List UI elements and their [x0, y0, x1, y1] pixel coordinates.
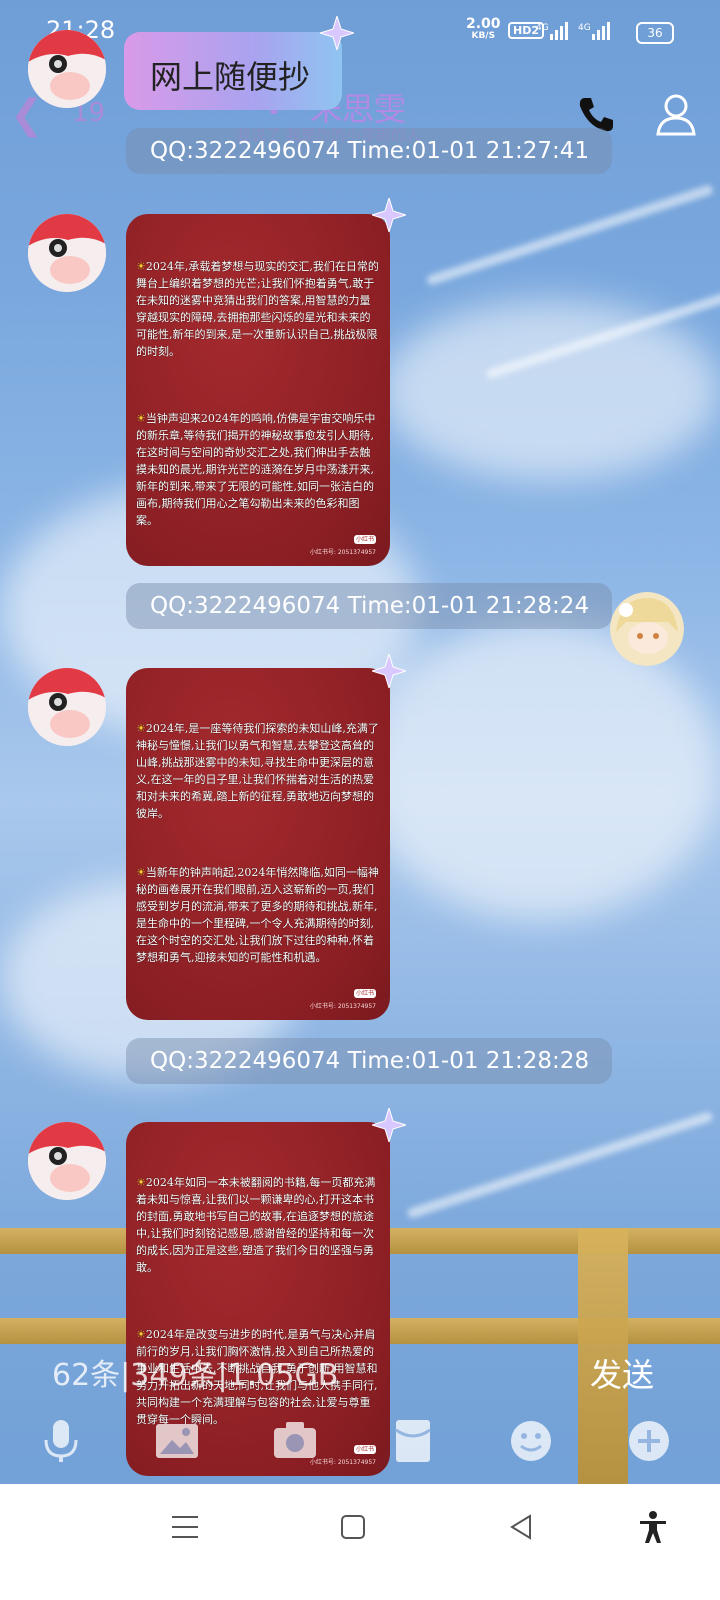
- card-paragraph: ☀2024年,承载着梦想与现实的交汇,我们在日常的舞台上编织着梦想的光芒;让我们…: [136, 258, 380, 360]
- star-icon: ☀: [136, 722, 146, 735]
- accessibility-icon[interactable]: [636, 1510, 670, 1544]
- card-watermark: 小红书号: 2051374957: [309, 549, 376, 556]
- plus-icon[interactable]: [626, 1418, 672, 1464]
- self-avatar[interactable]: [610, 592, 684, 666]
- star-icon: ☀: [136, 260, 146, 273]
- avatar-cat-icon: [28, 30, 106, 108]
- image-message-card[interactable]: ☀2024年,是一座等待我们探索的未知山峰,充满了神秘与憧憬,让我们以勇气和智慧…: [126, 668, 390, 1020]
- avatar-cat-icon: [28, 668, 106, 746]
- avatar-cat-icon: [28, 1122, 106, 1200]
- avatar-girl-icon: [610, 592, 684, 666]
- back-icon[interactable]: ❮: [10, 92, 44, 138]
- star-icon: ☀: [136, 412, 146, 425]
- red-packet-icon[interactable]: [390, 1418, 436, 1464]
- pinned-message-text: 网上随便抄: [150, 58, 311, 96]
- card-text: 当钟声迎来2024年的鸣响,仿佛是宇宙交响乐中的新乐章,等待我们揭开的神秘故事愈…: [136, 412, 376, 527]
- home-icon[interactable]: [336, 1510, 370, 1544]
- background-cloud: [380, 300, 720, 480]
- star-icon: ☀: [136, 866, 146, 879]
- signal-1-label: 4G: [536, 23, 549, 33]
- net-speed: 2.00 KB/S: [466, 16, 501, 42]
- sparkle-icon: [320, 16, 354, 50]
- net-speed-value: 2.00: [466, 16, 501, 32]
- card-text: 2024年如同一本未被翻阅的书籍,每一页都充满着未知与惊喜,让我们以一颗谦卑的心…: [136, 1176, 376, 1274]
- status-bar: 21:28 2.00 KB/S HD2 4G 4G 36: [0, 0, 720, 60]
- avatar[interactable]: [28, 668, 106, 746]
- sparkle-icon: [372, 654, 406, 688]
- back-nav-icon[interactable]: [504, 1510, 538, 1544]
- card-paragraph: ☀2024年,是一座等待我们探索的未知山峰,充满了神秘与憧憬,让我们以勇气和智慧…: [136, 720, 380, 822]
- send-button[interactable]: 发送: [590, 1350, 654, 1396]
- message-timestamp: QQ:3222496074 Time:01-01 21:28:28: [126, 1038, 612, 1084]
- background-streak: [425, 183, 715, 287]
- card-tag: 小红书: [354, 535, 376, 544]
- message-timestamp: QQ:3222496074 Time:01-01 21:28:24: [126, 583, 612, 629]
- avatar[interactable]: [28, 214, 106, 292]
- signal-2-label: 4G: [578, 23, 591, 33]
- camera-icon[interactable]: [272, 1418, 318, 1464]
- sparkle-icon: [372, 1108, 406, 1142]
- card-tag: 小红书: [354, 989, 376, 998]
- card-text: 2024年,是一座等待我们探索的未知山峰,充满了神秘与憧憬,让我们以勇气和智慧,…: [136, 722, 379, 820]
- profile-icon[interactable]: [654, 92, 698, 136]
- card-tag: 小红书: [354, 1445, 376, 1454]
- card-paragraph: ☀2024年如同一本未被翻阅的书籍,每一页都充满着未知与惊喜,让我们以一颗谦卑的…: [136, 1174, 380, 1276]
- pinned-message-bubble[interactable]: 网上随便抄: [124, 32, 342, 110]
- card-watermark: 小红书号: 2051374957: [309, 1459, 376, 1466]
- sparkle-icon: [372, 198, 406, 232]
- signal-icon: 4G: [578, 22, 610, 40]
- emoji-icon[interactable]: [508, 1418, 554, 1464]
- image-icon[interactable]: [154, 1418, 200, 1464]
- card-text: 当新年的钟声响起,2024年悄然降临,如同一幅神秘的画卷展开在我们眼前,迈入这崭…: [136, 866, 379, 964]
- avatar[interactable]: [28, 30, 106, 108]
- menu-icon[interactable]: [168, 1510, 202, 1544]
- background-cloud: [360, 620, 720, 920]
- card-paragraph: ☀当新年的钟声响起,2024年悄然降临,如同一幅神秘的画卷展开在我们眼前,迈入这…: [136, 864, 380, 966]
- microphone-icon[interactable]: [38, 1418, 84, 1464]
- background-streak: [406, 1110, 714, 1220]
- avatar-cat-icon: [28, 214, 106, 292]
- card-watermark: 小红书号: 2051374957: [309, 1003, 376, 1010]
- signal-icon: 4G: [536, 22, 568, 40]
- battery-indicator: 36: [636, 22, 674, 44]
- star-icon: ☀: [136, 1176, 146, 1189]
- image-message-card[interactable]: ☀2024年,承载着梦想与现实的交汇,我们在日常的舞台上编织着梦想的光芒;让我们…: [126, 214, 390, 566]
- message-timestamp: QQ:3222496074 Time:01-01 21:27:41: [126, 128, 612, 174]
- avatar[interactable]: [28, 1122, 106, 1200]
- card-text: 2024年,承载着梦想与现实的交汇,我们在日常的舞台上编织着梦想的光芒;让我们怀…: [136, 260, 379, 358]
- star-icon: ☀: [136, 1328, 146, 1341]
- message-input[interactable]: 62条|349条|1.05GB: [52, 1350, 338, 1394]
- card-paragraph: ☀当钟声迎来2024年的鸣响,仿佛是宇宙交响乐中的新乐章,等待我们揭开的神秘故事…: [136, 410, 380, 529]
